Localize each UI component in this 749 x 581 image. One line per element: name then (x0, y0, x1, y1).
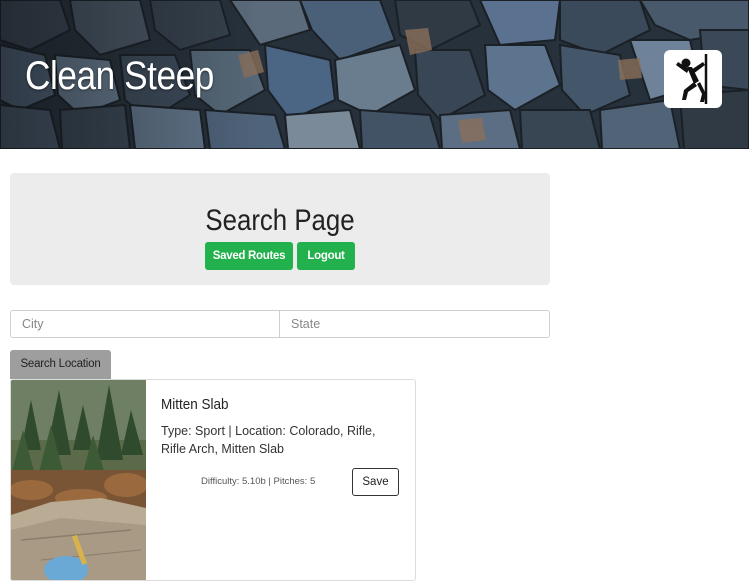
route-photo-image (11, 380, 146, 580)
search-location-button[interactable]: Search Location (10, 350, 111, 379)
route-name[interactable]: Mitten Slab (161, 396, 229, 413)
route-description: Type: Sport | Location: Colorado, Rifle,… (161, 424, 376, 456)
search-panel: Search Page Saved Routes Logout (10, 173, 550, 285)
climber-icon (676, 54, 708, 104)
location-inputs (10, 310, 550, 338)
route-photo (11, 380, 146, 580)
route-difficulty-pitches: Difficulty: 5.10b | Pitches: 5 (201, 476, 316, 487)
page-title: Search Page (205, 204, 355, 237)
state-input[interactable] (280, 310, 550, 338)
city-input[interactable] (10, 310, 280, 338)
route-card: Mitten Slab Type: Sport | Location: Colo… (10, 379, 416, 581)
logout-button[interactable]: Logout (297, 242, 355, 270)
brand-title[interactable]: Clean Steep (25, 52, 214, 100)
header-banner: Clean Steep (0, 0, 749, 149)
saved-routes-button[interactable]: Saved Routes (205, 242, 293, 270)
climber-logo[interactable] (664, 50, 722, 108)
save-route-button[interactable]: Save (352, 468, 399, 496)
